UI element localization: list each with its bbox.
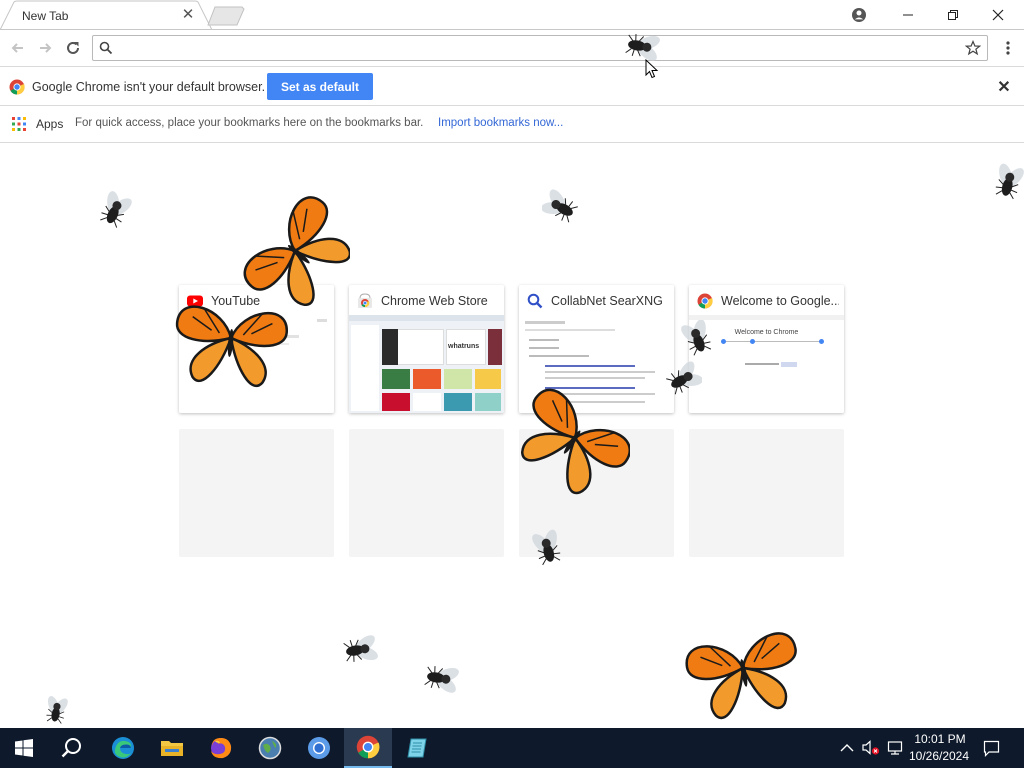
default-browser-infobar: Google Chrome isn't your default browser…	[0, 66, 1024, 106]
bookmarks-hint: For quick access, place your bookmarks h…	[75, 117, 424, 129]
menu-button[interactable]	[998, 37, 1018, 59]
tile-title: YouTube	[211, 294, 261, 308]
back-button[interactable]	[7, 37, 29, 59]
whatruns-thumb-label: whatruns	[448, 343, 480, 350]
taskbar-globe-app[interactable]	[246, 728, 294, 768]
chrome-logo-icon	[9, 79, 25, 95]
volume-muted-icon[interactable]	[862, 740, 880, 756]
start-button[interactable]	[0, 728, 48, 768]
infobar-message: Google Chrome isn't your default browser…	[32, 80, 266, 94]
most-visited-tile-chrome-web-store[interactable]: Chrome Web Store whatruns	[349, 285, 504, 413]
window-close-icon[interactable]	[975, 0, 1021, 29]
chrome-web-store-icon	[358, 293, 372, 308]
tile-title: Chrome Web Store	[381, 294, 488, 308]
taskbar-file-explorer[interactable]	[148, 728, 196, 768]
empty-tile	[519, 429, 674, 557]
apps-grid-icon[interactable]	[12, 117, 26, 131]
file-explorer-icon	[161, 741, 183, 756]
search-icon	[61, 738, 81, 758]
forward-arrow-icon	[40, 43, 52, 53]
profile-icon[interactable]	[836, 0, 882, 29]
mouse-cursor-icon	[645, 59, 659, 79]
set-as-default-button[interactable]: Set as default	[267, 73, 373, 100]
omnibox-input[interactable]	[119, 39, 959, 57]
most-visited-tile-welcome-to-google[interactable]: Welcome to Google... Welcome to Chrome	[689, 285, 844, 413]
notification-center-icon[interactable]	[983, 740, 1000, 757]
chevron-up-icon[interactable]	[840, 742, 854, 754]
tile-thumbnail	[179, 315, 334, 413]
clock-date[interactable]: 10/26/2024	[906, 749, 972, 763]
network-icon[interactable]	[887, 740, 903, 756]
screen: New Tab ✕ Google Chrome isn't your defau…	[0, 0, 1024, 768]
toolbar	[0, 29, 1024, 66]
chrome-icon	[697, 293, 713, 309]
empty-tile	[689, 429, 844, 557]
tab-strip: New Tab ✕	[0, 0, 1024, 30]
youtube-icon	[187, 295, 203, 307]
back-arrow-icon	[11, 43, 23, 53]
import-bookmarks-link[interactable]: Import bookmarks now...	[438, 117, 563, 129]
welcome-thumb-label: Welcome to Chrome	[734, 329, 799, 336]
new-tab-page: YouTube Chrome Web Store whatruns Collab…	[0, 144, 1024, 728]
clock-time[interactable]: 10:01 PM	[913, 732, 967, 746]
chrome-icon	[356, 735, 380, 759]
taskbar-firefox[interactable]	[197, 728, 245, 768]
reload-button[interactable]	[62, 37, 84, 59]
most-visited-tile-youtube[interactable]: YouTube	[179, 285, 334, 413]
taskbar: 10:01 PM 10/26/2024	[0, 728, 1024, 768]
notepad-icon	[407, 738, 427, 758]
empty-tile	[179, 429, 334, 557]
reload-icon	[67, 41, 79, 54]
new-tab-button[interactable]	[206, 6, 246, 26]
omnibox[interactable]	[92, 35, 988, 61]
minimize-icon[interactable]	[885, 0, 931, 29]
infobar-close-icon[interactable]: ✕	[995, 79, 1013, 97]
taskbar-chrome[interactable]	[344, 728, 392, 768]
forward-button[interactable]	[34, 37, 56, 59]
edge-icon	[112, 737, 134, 759]
search-icon	[99, 41, 113, 55]
tile-title: Welcome to Google...	[721, 294, 839, 308]
tile-thumbnail: whatruns	[349, 315, 504, 413]
taskbar-notepad-app[interactable]	[393, 728, 441, 768]
restore-icon[interactable]	[930, 0, 976, 29]
firefox-icon	[211, 738, 232, 759]
tab-title: New Tab	[22, 9, 69, 23]
tile-thumbnail: Welcome to Chrome	[689, 315, 844, 413]
empty-tile	[349, 429, 504, 557]
tile-title: CollabNet SearXNG	[551, 294, 663, 308]
apps-link[interactable]: Apps	[36, 117, 63, 131]
tile-thumbnail	[519, 315, 674, 413]
windows-logo-icon	[15, 739, 33, 757]
bookmark-star-icon[interactable]	[965, 40, 981, 56]
search-icon	[527, 293, 543, 309]
kebab-menu-icon	[1006, 41, 1010, 55]
most-visited-tile-collabnet-searxng[interactable]: CollabNet SearXNG	[519, 285, 674, 413]
app-globe-icon	[258, 736, 282, 760]
taskbar-search-button[interactable]	[48, 728, 96, 768]
tab-close-icon[interactable]: ✕	[180, 7, 196, 23]
taskbar-edge[interactable]	[99, 728, 147, 768]
chromium-icon	[308, 737, 330, 759]
bookmarks-bar: Apps For quick access, place your bookma…	[0, 106, 1024, 143]
tab-new-tab[interactable]: New Tab ✕	[10, 1, 200, 29]
taskbar-chromium[interactable]	[295, 728, 343, 768]
